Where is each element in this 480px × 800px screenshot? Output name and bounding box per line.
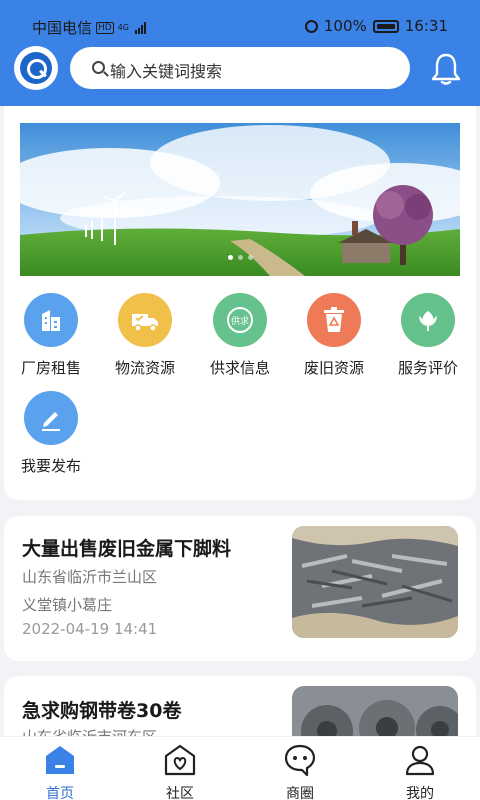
nav-community[interactable]: 社区 <box>145 743 215 800</box>
listing-title: 大量出售废旧金属下脚料 <box>22 538 232 560</box>
network-label: 4G <box>117 23 130 32</box>
search-placeholder: 输入关键词搜索 <box>110 62 223 81</box>
alarm-icon <box>304 19 318 33</box>
listing-time: 2022-04-19 14:41 <box>22 620 158 638</box>
nav-mine[interactable]: 我的 <box>385 743 455 800</box>
banner-image[interactable] <box>20 123 460 276</box>
signal-icon <box>135 21 147 34</box>
header-bar: 中国电信 HD 4G 100% 16:31 输入关键词搜索 <box>0 0 480 106</box>
grid-item-factory[interactable]: 厂房租售 <box>3 293 99 378</box>
bell-icon[interactable] <box>430 52 462 86</box>
supply-demand-icon: 供求 <box>227 307 253 333</box>
carrier-label: 中国电信 <box>32 19 93 37</box>
building-icon <box>42 310 60 331</box>
nav-label: 我的 <box>406 786 434 800</box>
listing-card[interactable]: 大量出售废旧金属下脚料 山东省临沂市兰山区 义堂镇小葛庄 2022-04-19 … <box>4 516 476 661</box>
nav-label: 首页 <box>46 786 74 800</box>
flower-icon <box>419 311 437 331</box>
nav-label: 商圈 <box>286 786 314 800</box>
grid-item-service-review[interactable]: 服务评价 <box>380 293 476 378</box>
listing-title: 急求购钢带卷30卷 <box>22 700 182 722</box>
truck-icon <box>132 314 158 332</box>
nav-label: 社区 <box>166 786 194 800</box>
grid-label: 服务评价 <box>397 359 458 377</box>
clock: 16:31 <box>404 17 448 35</box>
edit-icon <box>42 412 60 431</box>
grid-label: 物流资源 <box>114 359 175 377</box>
grid-label: 供求信息 <box>209 359 270 377</box>
grid-item-recycle[interactable]: 废旧资源 <box>286 293 382 378</box>
search-icon <box>92 61 105 74</box>
grid-label: 厂房租售 <box>20 359 81 377</box>
battery-percent: 100% <box>323 17 367 35</box>
nav-home[interactable]: 首页 <box>25 743 95 800</box>
hd-badge: HD <box>96 21 114 34</box>
grid-item-publish[interactable]: 我要发布 <box>3 391 99 476</box>
grid-item-logistics[interactable]: 物流资源 <box>97 293 193 378</box>
community-icon <box>164 744 196 776</box>
nav-business[interactable]: 商圈 <box>265 743 335 800</box>
grid-label: 废旧资源 <box>303 359 364 377</box>
banner-dots <box>228 255 253 260</box>
bottom-nav: 首页 社区 商圈 我的 <box>0 736 480 800</box>
status-bar: 中国电信 HD 4G 100% 16:31 <box>0 0 480 44</box>
svg-text:供求: 供求 <box>231 315 249 327</box>
search-input[interactable]: 输入关键词搜索 <box>70 47 410 89</box>
app-logo[interactable] <box>14 46 58 90</box>
home-icon <box>46 746 74 774</box>
listing-thumbnail <box>292 526 458 638</box>
grid-item-supply-demand[interactable]: 供求 供求信息 <box>192 293 288 378</box>
listing-location: 山东省临沂市兰山区 <box>22 568 158 586</box>
grid-label: 我要发布 <box>20 457 81 475</box>
recycle-bin-icon <box>324 307 344 332</box>
chat-icon <box>284 744 316 777</box>
profile-icon <box>405 745 435 776</box>
battery-icon <box>372 19 399 33</box>
listing-location-detail: 义堂镇小葛庄 <box>22 596 113 614</box>
